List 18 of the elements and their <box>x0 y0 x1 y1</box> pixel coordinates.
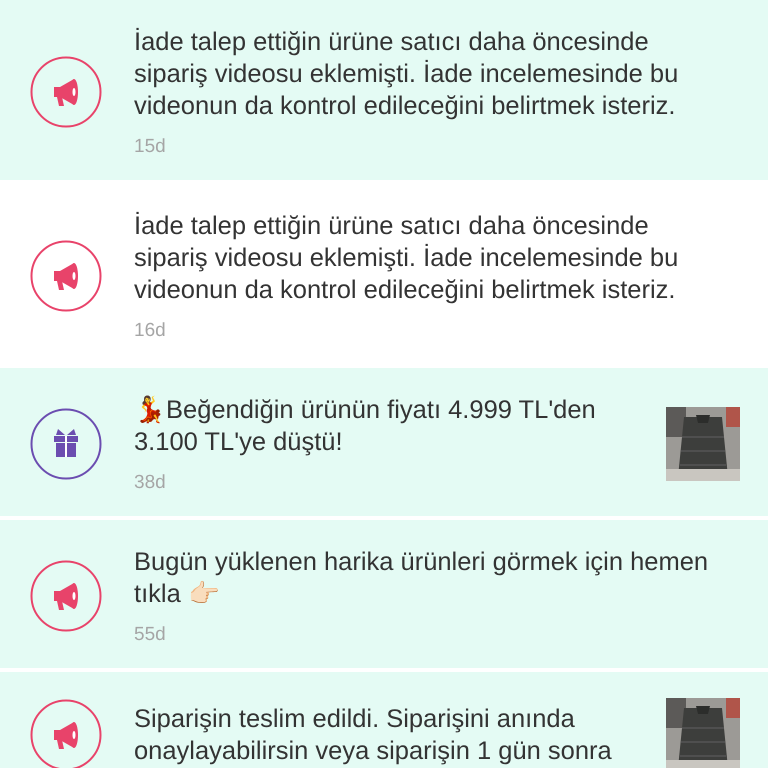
notification-time: 15d <box>134 136 167 158</box>
megaphone-icon <box>30 240 102 312</box>
notification-time: 38d <box>134 472 167 494</box>
notification-text: Bugün yüklenen harika ürünleri görmek için hemen tıkla 👉🏻 <box>134 547 710 610</box>
notification-row[interactable]: 💃Beğendiğin ürünün fiyatı 4.999 TL'den 3.100 TL'ye düştü! 38d <box>0 368 768 516</box>
notification-time: 16d <box>134 320 167 342</box>
notification-text: 💃Beğendiğin ürünün fiyatı 4.999 TL'den 3.100 TL'ye düştü! <box>134 394 597 458</box>
notification-row[interactable]: İade talep ettiğin ürüne satıcı daha öncesinde sipariş videosu eklemişti. İade incelemesinde bu videonun da kontrol edileceğini belirtmek isteriz. 15d <box>0 0 768 180</box>
notification-row[interactable]: Siparişin teslim edildi. Siparişini anında onaylayabilirsin veya siparişin 1 gün sonra <box>0 672 768 768</box>
megaphone-icon <box>30 56 102 128</box>
notification-text: İade talep ettiğin ürüne satıcı daha öncesinde sipariş videosu eklemişti. İade incelemesinde bu videonun da kontrol edileceğini belirtmek isteriz. <box>134 210 680 306</box>
megaphone-icon <box>30 699 102 768</box>
notification-text: Siparişin teslim edildi. Siparişini anında onaylayabilirsin veya siparişin 1 gün sonra <box>134 704 613 767</box>
megaphone-icon <box>30 560 102 632</box>
notification-row[interactable]: Bugün yüklenen harika ürünleri görmek için hemen tıkla 👉🏻 55d <box>0 520 768 668</box>
notification-text: İade talep ettiğin ürüne satıcı daha öncesinde sipariş videosu eklemişti. İade incelemesinde bu videonun da kontrol edileceğini belirtmek isteriz. <box>134 26 680 122</box>
notification-time: 55d <box>134 624 167 646</box>
gift-icon <box>30 408 102 480</box>
